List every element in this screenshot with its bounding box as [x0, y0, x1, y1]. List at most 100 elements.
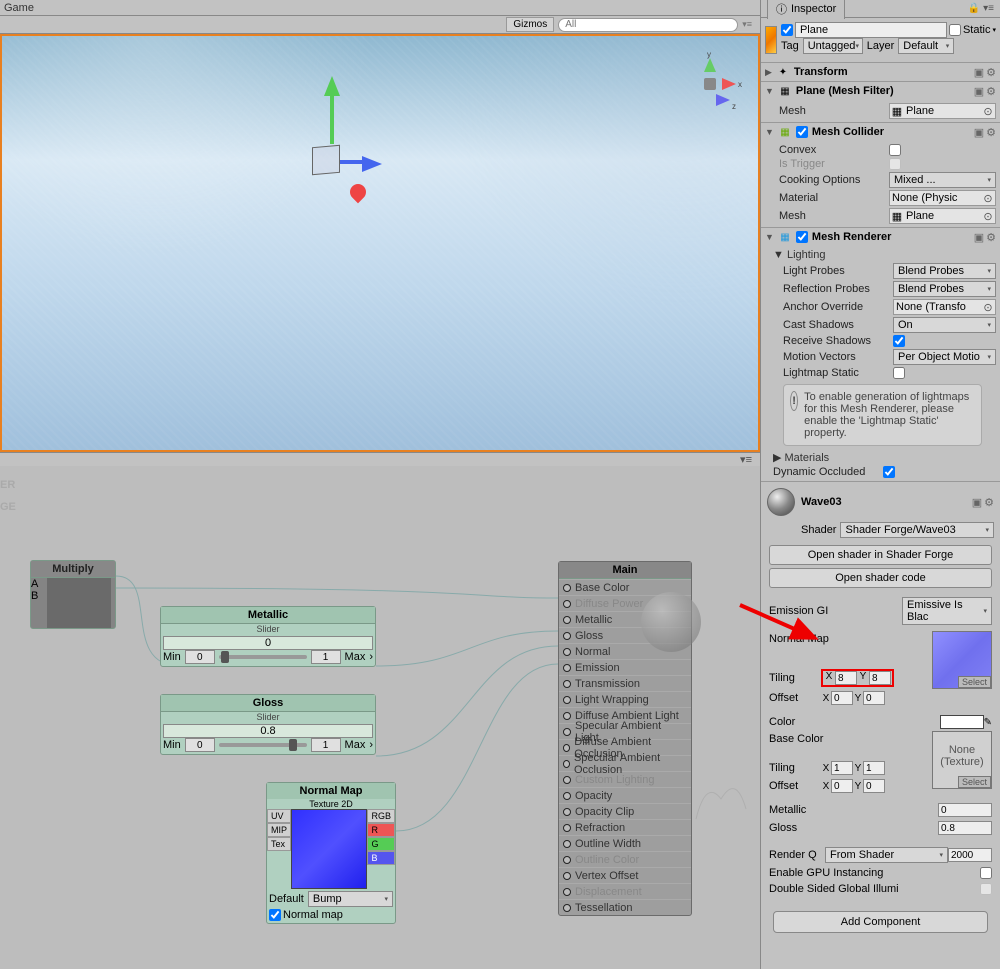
port-uv[interactable]: UV — [267, 809, 291, 823]
gizmos-button[interactable]: Gizmos — [506, 17, 554, 32]
gear-icon[interactable]: ⚙ — [986, 126, 996, 139]
basecolor-texture-slot[interactable]: None (Texture) Select — [932, 731, 992, 789]
fold-icon[interactable]: ▼ — [765, 127, 774, 137]
slider-track[interactable] — [219, 655, 307, 659]
mesh-field[interactable]: ▦Plane⊙ — [889, 103, 996, 119]
bc-tiling-x-field[interactable] — [831, 761, 853, 775]
node-gloss[interactable]: Gloss Slider 0.8 Min Max› — [160, 694, 376, 755]
panel-menu-icon[interactable]: ▾≡ — [742, 19, 752, 30]
cooking-dropdown[interactable]: Mixed ...▾ — [889, 172, 996, 188]
help-icon[interactable]: ▣ — [972, 496, 982, 509]
inspector-tab[interactable]: ⓘ Inspector — [767, 0, 845, 19]
main-port[interactable]: Refraction — [559, 819, 691, 835]
select-button[interactable]: Select — [958, 676, 991, 688]
fold-icon[interactable]: ▶ — [765, 67, 772, 78]
fold-icon[interactable]: ▼ — [765, 86, 774, 96]
emissiongi-dropdown[interactable]: Emissive Is Blac▾ — [902, 597, 992, 625]
component-enabled-checkbox[interactable] — [796, 231, 808, 243]
node-multiply[interactable]: Multiply AB — [30, 560, 116, 629]
receiveshadows-checkbox[interactable] — [893, 335, 905, 347]
layer-dropdown[interactable]: Default▾ — [898, 38, 954, 54]
select-button[interactable]: Select — [958, 776, 991, 788]
lightprobes-dropdown[interactable]: Blend Probes▾ — [893, 263, 996, 279]
node-editor-canvas[interactable]: ERGE Multiply AB Metallic — [0, 466, 760, 969]
max-field[interactable] — [311, 650, 341, 664]
port-tex[interactable]: Tex — [267, 837, 291, 851]
slider-value[interactable]: 0 — [163, 636, 373, 650]
orientation-gizmo[interactable]: y x z — [682, 56, 738, 112]
min-field[interactable] — [185, 738, 215, 752]
renderqueue-field[interactable] — [948, 848, 992, 862]
node-main[interactable]: Main Base ColorDiffuse PowerMetallicGlos… — [558, 561, 692, 916]
metallic-field[interactable] — [938, 803, 992, 817]
gear-icon[interactable]: ⚙ — [986, 85, 996, 98]
main-port[interactable]: Light Wrapping — [559, 691, 691, 707]
min-field[interactable] — [185, 650, 215, 664]
physmaterial-field[interactable]: None (Physic⊙ — [889, 190, 996, 206]
object-name-field[interactable] — [795, 22, 947, 38]
lightmapstatic-checkbox[interactable] — [893, 367, 905, 379]
port-g[interactable]: G — [367, 837, 395, 851]
offset-x-field[interactable] — [831, 691, 853, 705]
eyedropper-icon[interactable]: ✎ — [984, 717, 992, 728]
port-rgb[interactable]: RGB — [367, 809, 395, 823]
main-port[interactable]: Tessellation — [559, 899, 691, 915]
main-port[interactable]: Opacity Clip — [559, 803, 691, 819]
viewport-search-input[interactable] — [558, 18, 738, 32]
scene-viewport[interactable]: y x z — [0, 34, 760, 452]
main-port[interactable]: Opacity — [559, 787, 691, 803]
port-b[interactable]: B — [367, 851, 395, 865]
castshadows-dropdown[interactable]: On▾ — [893, 317, 996, 333]
lock-icon[interactable]: 🔒 ▾≡ — [968, 3, 994, 14]
motionvectors-dropdown[interactable]: Per Object Motio▾ — [893, 349, 996, 365]
add-component-button[interactable]: Add Component — [773, 911, 988, 933]
gear-icon[interactable]: ⚙ — [986, 66, 996, 79]
help-icon[interactable]: ▣ — [974, 85, 984, 98]
convex-checkbox[interactable] — [889, 144, 901, 156]
lighting-foldout[interactable]: ▼ Lighting — [769, 248, 996, 262]
slider-track[interactable] — [219, 743, 307, 747]
node-normal-map[interactable]: Normal Map Texture 2D UV MIP Tex RGB R G… — [266, 782, 396, 924]
main-port[interactable]: Outline Color — [559, 851, 691, 867]
reflprobes-dropdown[interactable]: Blend Probes▾ — [893, 281, 996, 297]
fold-icon[interactable]: ▼ — [765, 232, 774, 242]
gloss-field[interactable] — [938, 821, 992, 835]
dynocc-checkbox[interactable] — [883, 466, 895, 478]
shader-dropdown[interactable]: Shader Forge/Wave03▾ — [840, 522, 994, 538]
main-port[interactable]: Transmission — [559, 675, 691, 691]
active-checkbox[interactable] — [781, 24, 793, 36]
bc-offset-y-field[interactable] — [863, 779, 885, 793]
material-preview-icon[interactable] — [767, 488, 795, 516]
help-icon[interactable]: ▣ — [974, 66, 984, 79]
main-port[interactable]: Emission — [559, 659, 691, 675]
materials-foldout[interactable]: ▶ Materials — [769, 450, 996, 465]
tag-dropdown[interactable]: Untagged▾ — [803, 38, 863, 54]
help-icon[interactable]: ▣ — [974, 231, 984, 244]
gpuinstancing-checkbox[interactable] — [980, 867, 992, 879]
open-shadercode-button[interactable]: Open shader code — [769, 568, 992, 588]
port-mip[interactable]: MIP — [267, 823, 291, 837]
help-icon[interactable]: ▣ — [974, 126, 984, 139]
main-port[interactable]: Specular Ambient Occlusion — [559, 755, 691, 771]
color-swatch[interactable] — [940, 715, 984, 729]
port-r[interactable]: R — [367, 823, 395, 837]
main-port[interactable]: Displacement — [559, 883, 691, 899]
normalmap-texture-slot[interactable]: Select — [932, 631, 992, 689]
normalmap-checkbox[interactable] — [269, 909, 281, 921]
tiling-x-field[interactable] — [835, 671, 857, 685]
offset-y-field[interactable] — [863, 691, 885, 705]
component-enabled-checkbox[interactable] — [796, 126, 808, 138]
max-field[interactable] — [311, 738, 341, 752]
main-port[interactable]: Vertex Offset — [559, 867, 691, 883]
main-port[interactable]: Outline Width — [559, 835, 691, 851]
renderqueue-dropdown[interactable]: From Shader▾ — [825, 847, 948, 863]
default-dropdown[interactable]: Bump▾ — [308, 891, 393, 907]
anchor-field[interactable]: None (Transfo⊙ — [893, 299, 996, 315]
node-metallic[interactable]: Metallic Slider 0 Min Max› — [160, 606, 376, 667]
static-checkbox[interactable] — [949, 24, 961, 36]
gear-icon[interactable]: ⚙ — [984, 496, 994, 509]
gear-icon[interactable]: ⚙ — [986, 231, 996, 244]
gameobject-icon[interactable] — [765, 26, 777, 54]
bc-tiling-y-field[interactable] — [863, 761, 885, 775]
bc-offset-x-field[interactable] — [831, 779, 853, 793]
